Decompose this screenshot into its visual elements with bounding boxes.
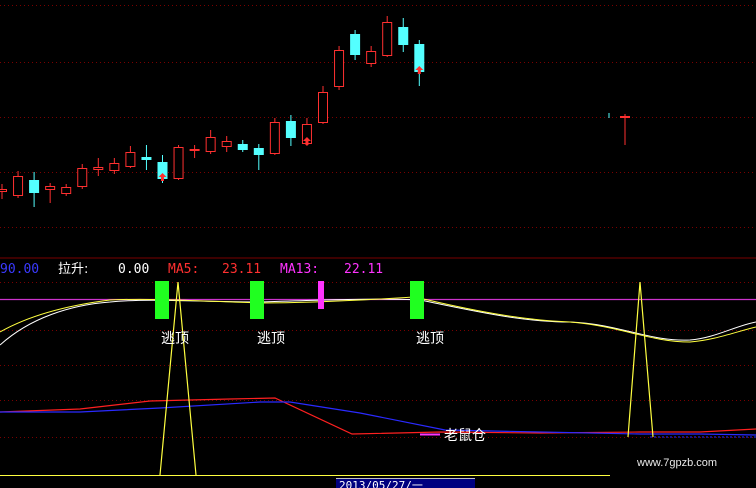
pull-value: 0.00: [118, 262, 150, 277]
candle-body: [45, 186, 56, 190]
candle-body: [253, 148, 264, 155]
indicator-value-0: 90.00: [0, 262, 40, 277]
candle-body: [93, 167, 104, 170]
candle-body: [269, 122, 280, 154]
candle-body: [334, 50, 345, 87]
candle-body: [29, 180, 40, 193]
warning-signal-bar: [318, 281, 324, 309]
candle-body: [318, 92, 328, 123]
candle-body: [125, 152, 136, 167]
candle-body: [173, 147, 184, 179]
mouse-position-label: 老鼠仓: [444, 428, 486, 444]
ma5-value: 23.11: [222, 262, 262, 277]
candle-body: [221, 141, 232, 147]
candle-body: [382, 22, 393, 56]
escape-top-label: 逃顶: [161, 331, 189, 347]
pull-spike: [627, 281, 654, 438]
candle-body: [13, 176, 24, 196]
candle-body: [398, 27, 409, 45]
candle-body: [0, 189, 7, 192]
candle-body: [620, 116, 630, 118]
candle-body: [237, 144, 248, 150]
ma5-label: MA5:: [168, 262, 200, 277]
stock-chart-canvas: [0, 5, 756, 476]
escape-top-signal-bar: [250, 281, 264, 319]
escape-top-signal-bar: [410, 281, 424, 319]
candle-body: [366, 51, 377, 64]
escape-top-label: 逃顶: [416, 331, 444, 347]
escape-top-signal-bar: [155, 281, 169, 319]
watermark: www.7gpzb.com: [637, 457, 718, 469]
candle-body: [350, 34, 361, 55]
candle-body: [61, 187, 72, 194]
blue-indicator-line: [0, 401, 756, 436]
candle-body: [189, 149, 200, 151]
ma13-value: 22.11: [344, 262, 384, 277]
pull-label: 拉升:: [58, 262, 89, 277]
candle-body: [205, 137, 216, 152]
escape-top-label: 逃顶: [257, 331, 285, 347]
candle-body: [141, 157, 152, 160]
candle-body: [285, 121, 296, 138]
ma13-label: MA13:: [280, 262, 320, 277]
candle-body: [77, 168, 88, 187]
candle-body: [109, 163, 120, 171]
